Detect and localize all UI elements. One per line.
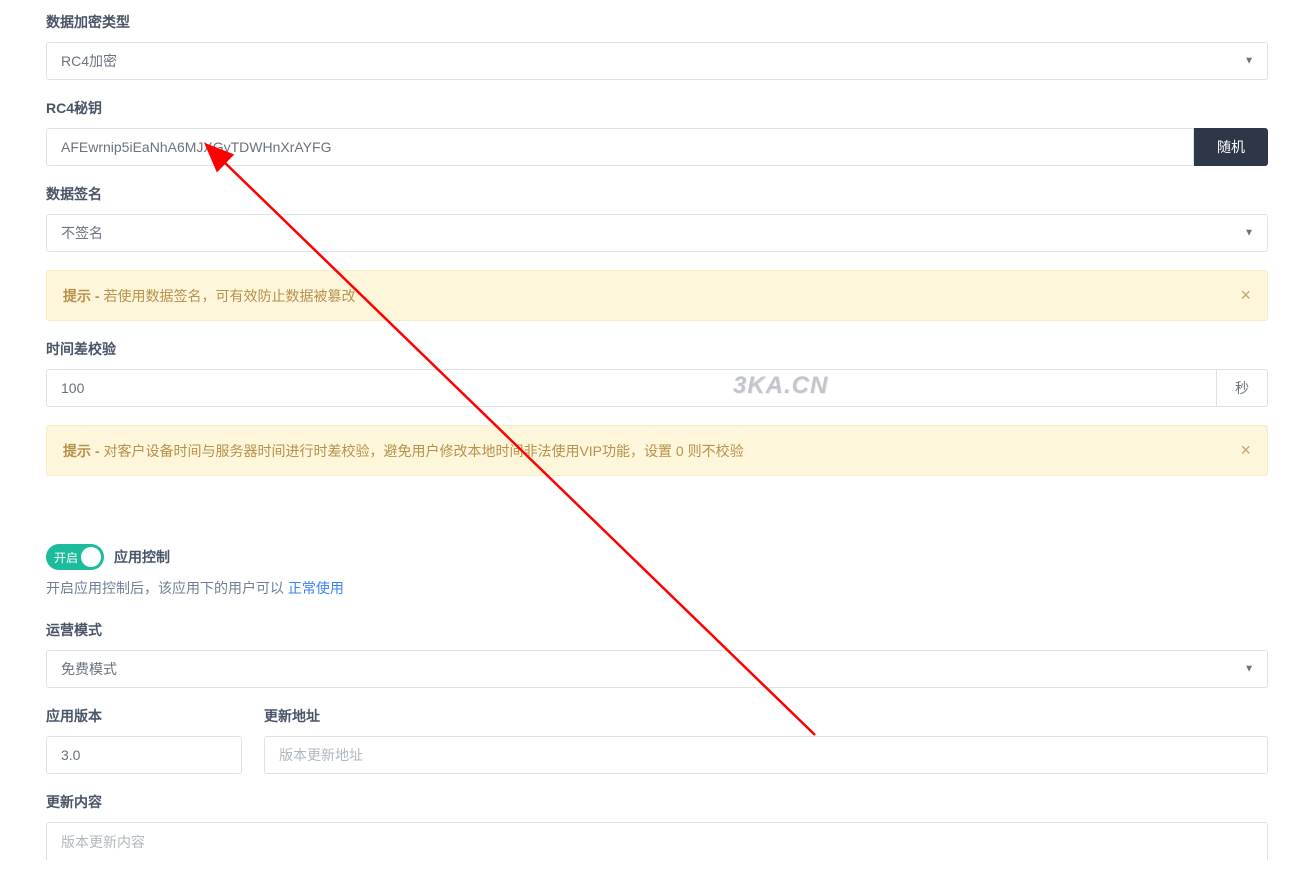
updateurl-input[interactable] <box>264 736 1268 774</box>
version-input[interactable] <box>46 736 242 774</box>
timecheck-tip-text: 对客户设备时间与服务器时间进行时差校验，避免用户修改本地时间非法使用VIP功能，… <box>103 443 743 459</box>
rc4-key-label: RC4秘钥 <box>46 98 1268 118</box>
timecheck-input[interactable] <box>46 369 1217 407</box>
tip-prefix: 提示 - <box>63 288 103 304</box>
signature-select[interactable]: 不签名 <box>46 214 1268 252</box>
version-label: 应用版本 <box>46 706 242 726</box>
signature-label: 数据签名 <box>46 184 1268 204</box>
app-control-title: 应用控制 <box>114 547 170 567</box>
app-control-highlight: 正常使用 <box>288 580 344 596</box>
updateurl-label: 更新地址 <box>264 706 1268 726</box>
toggle-on-label: 开启 <box>54 549 78 566</box>
close-icon[interactable]: × <box>1240 285 1251 306</box>
tip-prefix: 提示 - <box>63 443 103 459</box>
encryption-type-label: 数据加密类型 <box>46 12 1268 32</box>
signature-tip-alert: 提示 - 若使用数据签名，可有效防止数据被篡改 × <box>46 270 1268 321</box>
updatecontent-label: 更新内容 <box>46 792 1268 812</box>
timecheck-tip-alert: 提示 - 对客户设备时间与服务器时间进行时差校验，避免用户修改本地时间非法使用V… <box>46 425 1268 476</box>
signature-tip-text: 若使用数据签名，可有效防止数据被篡改 <box>103 288 355 304</box>
close-icon[interactable]: × <box>1240 440 1251 461</box>
app-control-desc: 开启应用控制后，该应用下的用户可以 <box>46 580 288 596</box>
random-button[interactable]: 随机 <box>1194 128 1268 166</box>
app-control-toggle[interactable]: 开启 <box>46 544 104 570</box>
mode-select[interactable]: 免费模式 <box>46 650 1268 688</box>
rc4-key-input[interactable] <box>46 128 1194 166</box>
timecheck-label: 时间差校验 <box>46 339 1268 359</box>
updatecontent-input[interactable] <box>46 822 1268 860</box>
mode-label: 运营模式 <box>46 620 1268 640</box>
seconds-suffix: 秒 <box>1217 369 1268 407</box>
encryption-type-select[interactable]: RC4加密 <box>46 42 1268 80</box>
toggle-knob <box>81 547 101 567</box>
